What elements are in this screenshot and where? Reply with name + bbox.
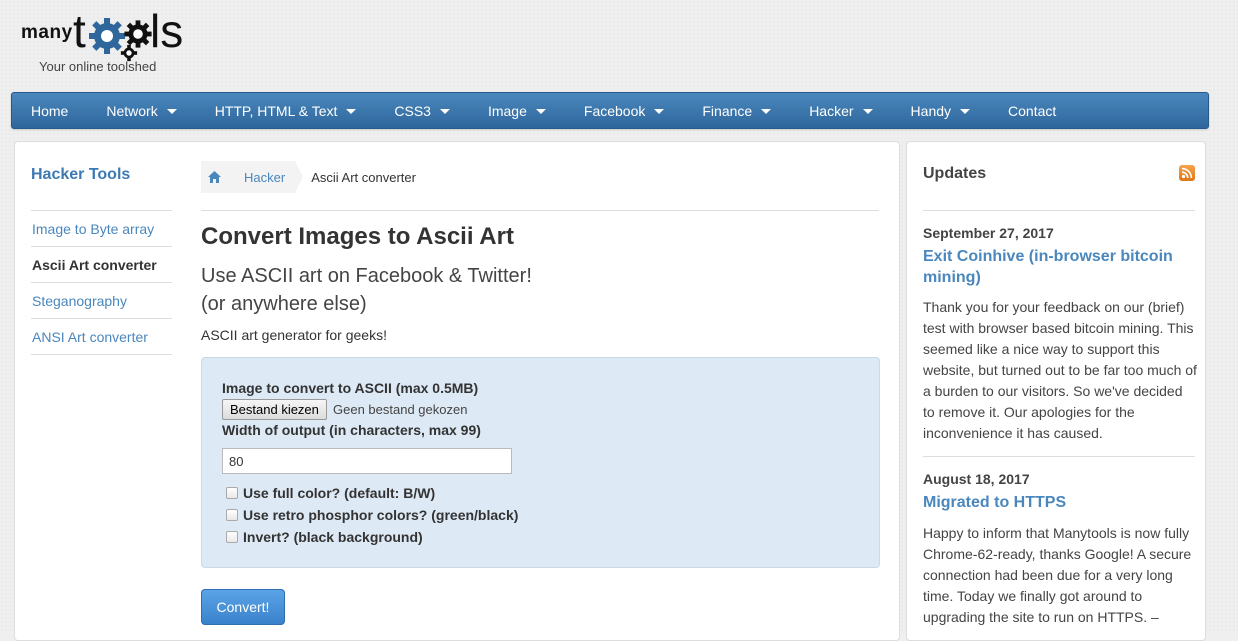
- nav-item-home[interactable]: Home: [12, 93, 87, 128]
- subtitle-line-1: Use ASCII art on Facebook & Twitter!: [201, 265, 532, 287]
- update-date: September 27, 2017: [923, 225, 1054, 241]
- nav-item-label: HTTP, HTML & Text: [214, 102, 338, 119]
- sidebar-title: Hacker Tools: [31, 166, 131, 183]
- breadcrumb-current: Ascii Art converter: [311, 169, 416, 185]
- nav-item-label: Image: [487, 102, 527, 119]
- chevron-down-icon: [960, 109, 971, 114]
- nav-item-label: Home: [31, 102, 69, 119]
- chevron-down-icon: [761, 109, 772, 114]
- page-lead: ASCII art generator for geeks!: [201, 327, 387, 343]
- nav-item-label: Hacker: [809, 102, 854, 119]
- update-date: August 18, 2017: [923, 471, 1030, 487]
- rss-glyph: [1181, 167, 1193, 179]
- logo-text-ls: ls: [150, 5, 184, 57]
- option-row: Use retro phosphor colors? (green/black): [226, 507, 518, 523]
- sidebar-item-image-to-byte-array[interactable]: Image to Byte array: [31, 211, 172, 247]
- breadcrumb-link-hacker[interactable]: Hacker: [228, 161, 304, 193]
- option-checkbox[interactable]: [226, 531, 238, 543]
- breadcrumb-home[interactable]: [201, 161, 236, 193]
- nav-item-finance[interactable]: Finance: [683, 93, 790, 128]
- nav-item-css3[interactable]: CSS3: [375, 93, 469, 128]
- convert-form: Image to convert to ASCII (max 0.5MB) Be…: [201, 357, 880, 568]
- chevron-down-icon: [654, 109, 665, 114]
- chevron-down-icon: [535, 109, 546, 114]
- page-subtitle: Use ASCII art on Facebook & Twitter! (or…: [201, 262, 532, 318]
- divider: [923, 210, 1195, 211]
- site-logo[interactable]: many t ls Your online toolshed: [21, 5, 201, 76]
- updates-title: Updates: [923, 165, 987, 182]
- updates-panel: Updates September 27, 2017 Exit Coinhive…: [906, 141, 1206, 641]
- rss-icon[interactable]: [1179, 165, 1195, 181]
- nav-item-hacker[interactable]: Hacker: [790, 93, 891, 128]
- update-title-link[interactable]: Migrated to HTTPS: [923, 492, 1193, 513]
- nav-item-handy[interactable]: Handy: [892, 93, 989, 128]
- main-navbar: Home Network HTTP, HTML & Text CSS3 Image Fac…: [11, 92, 1209, 129]
- home-icon: [208, 171, 221, 183]
- nav-item-network[interactable]: Network: [87, 93, 195, 128]
- page-title: Convert Images to Ascii Art: [201, 223, 514, 250]
- breadcrumb: Hacker Ascii Art converter: [201, 161, 416, 193]
- update-body: Thank you for your feedback on our (brie…: [923, 299, 1197, 441]
- convert-button[interactable]: Convert!: [201, 589, 285, 625]
- nav-item-contact[interactable]: Contact: [989, 93, 1075, 128]
- nav-item-label: Finance: [702, 102, 753, 119]
- option-checkbox[interactable]: [226, 487, 238, 499]
- width-label: Width of output (in characters, max 99): [222, 422, 481, 438]
- option-row: Use full color? (default: B/W): [226, 485, 435, 501]
- nav-item-http-html-text[interactable]: HTTP, HTML & Text: [196, 93, 376, 128]
- sidebar-list: Image to Byte array Ascii Art converter St…: [31, 210, 172, 355]
- nav-item-label: Contact: [1008, 102, 1057, 119]
- logo-text-t: t: [73, 5, 86, 57]
- logo-tagline: Your online toolshed: [39, 59, 157, 74]
- sidebar-item-ansi-art-converter[interactable]: ANSI Art converter: [31, 319, 172, 355]
- chevron-down-icon: [862, 109, 873, 114]
- sidebar-item-ascii-art-converter[interactable]: Ascii Art converter: [31, 247, 172, 283]
- width-input[interactable]: [222, 448, 512, 474]
- chevron-down-icon: [346, 109, 357, 114]
- option-label[interactable]: Invert? (black background): [243, 529, 423, 545]
- nav-item-label: Network: [106, 102, 158, 119]
- nav-item-image[interactable]: Image: [469, 93, 565, 128]
- divider: [923, 456, 1195, 457]
- file-label: Image to convert to ASCII (max 0.5MB): [222, 380, 479, 396]
- choose-file-button[interactable]: Bestand kiezen: [222, 399, 327, 420]
- chevron-down-icon: [439, 109, 450, 114]
- logo-text-many: many: [21, 22, 73, 43]
- file-status: Geen bestand gekozen: [333, 402, 468, 417]
- option-label[interactable]: Use full color? (default: B/W): [243, 485, 435, 501]
- update-title-link[interactable]: Exit Coinhive (in-browser bitcoin mining…: [923, 246, 1193, 288]
- divider: [201, 210, 879, 211]
- option-checkbox[interactable]: [226, 509, 238, 521]
- nav-item-facebook[interactable]: Facebook: [565, 93, 683, 128]
- nav-item-label: Facebook: [583, 102, 646, 119]
- update-body: Happy to inform that Manytools is now fu…: [923, 525, 1192, 625]
- main-panel: Hacker Tools Image to Byte array Ascii Ar…: [14, 141, 900, 641]
- nav-item-label: Handy: [910, 102, 952, 119]
- option-label[interactable]: Use retro phosphor colors? (green/black): [243, 507, 518, 523]
- subtitle-line-2: (or anywhere else): [201, 293, 367, 315]
- option-row: Invert? (black background): [226, 529, 423, 545]
- nav-item-label: CSS3: [394, 102, 431, 119]
- sidebar-item-steganography[interactable]: Steganography: [31, 283, 172, 319]
- chevron-down-icon: [166, 109, 177, 114]
